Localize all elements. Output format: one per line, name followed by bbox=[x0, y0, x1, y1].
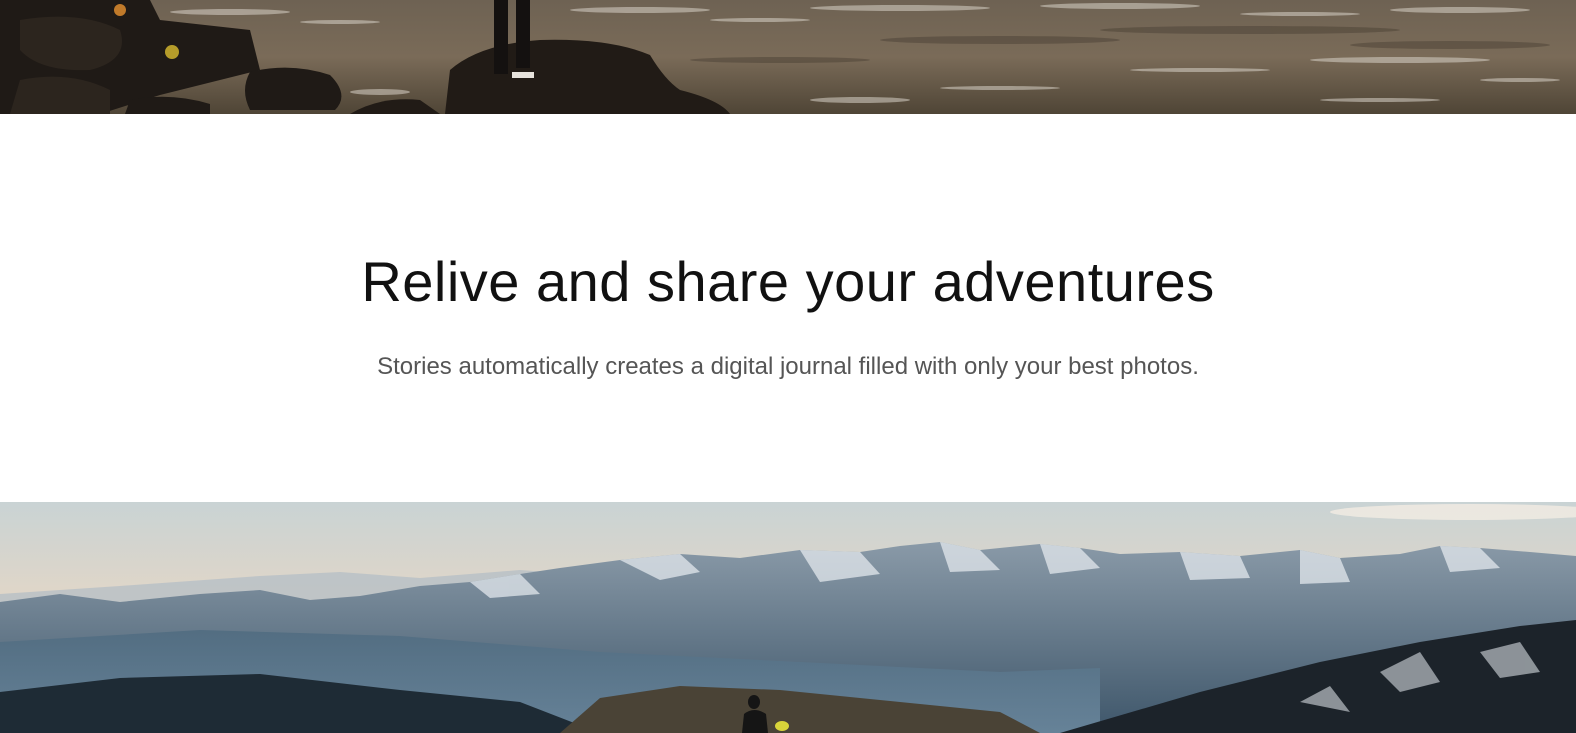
headline: Relive and share your adventures bbox=[361, 250, 1215, 313]
subheadline: Stories automatically creates a digital … bbox=[377, 353, 1199, 380]
intro-section: Relive and share your adventures Stories… bbox=[0, 114, 1576, 502]
mountain-range-illustration bbox=[0, 502, 1576, 733]
hero-image-river bbox=[0, 0, 1576, 114]
hero-image-mountains bbox=[0, 502, 1576, 733]
river-rocks-illustration bbox=[0, 0, 1576, 114]
